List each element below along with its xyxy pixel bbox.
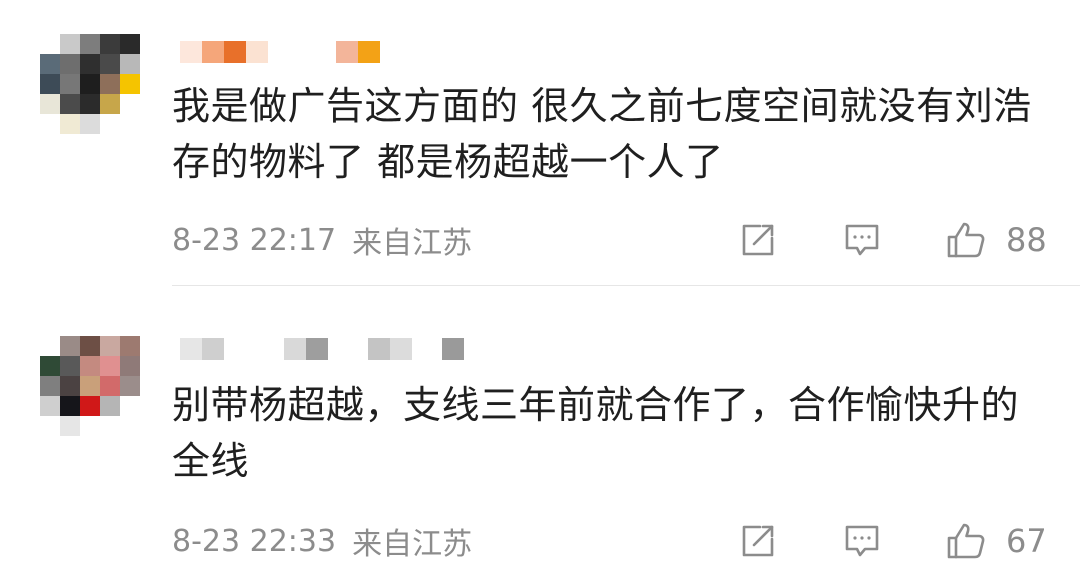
like-icon	[947, 222, 985, 258]
like-button[interactable]	[944, 519, 988, 563]
repost-button[interactable]	[736, 519, 780, 563]
reply-button[interactable]	[840, 218, 884, 262]
like-icon	[947, 523, 985, 559]
like-count: 88	[1006, 221, 1047, 259]
comment-text: 我是做广告这方面的 很久之前七度空间就没有刘浩存的物料了 都是杨超越一个人了	[172, 84, 1032, 184]
comment-item-1: 我是做广告这方面的 很久之前七度空间就没有刘浩存的物料了 都是杨超越一个人了 8…	[0, 0, 1080, 285]
comment-text: 别带杨超越，支线三年前就合作了，合作愉快升的全线	[172, 383, 1020, 483]
comment-time: 8-23 22:17	[172, 222, 337, 258]
comment-meta: 8-23 22:33 来自江苏	[172, 521, 473, 563]
comment-item-2: 别带杨超越，支线三年前就合作了，合作愉快升的全线 8-23 22:33 来自江苏…	[0, 287, 1080, 569]
comment-meta: 8-23 22:17 来自江苏	[172, 220, 473, 262]
comment-location: 来自江苏	[352, 527, 473, 562]
repost-icon	[742, 525, 774, 557]
username[interactable]	[180, 32, 380, 72]
repost-icon	[742, 224, 774, 256]
repost-button[interactable]	[736, 218, 780, 262]
avatar[interactable]	[40, 34, 140, 134]
comment-location: 来自江苏	[352, 226, 473, 261]
comment-icon	[845, 525, 879, 557]
comment-time: 8-23 22:33	[172, 523, 337, 559]
like-count: 67	[1006, 522, 1047, 560]
divider	[172, 285, 1080, 286]
username[interactable]	[180, 329, 464, 369]
avatar[interactable]	[40, 336, 140, 436]
reply-button[interactable]	[840, 519, 884, 563]
like-button[interactable]	[944, 218, 988, 262]
comment-icon	[845, 224, 879, 256]
